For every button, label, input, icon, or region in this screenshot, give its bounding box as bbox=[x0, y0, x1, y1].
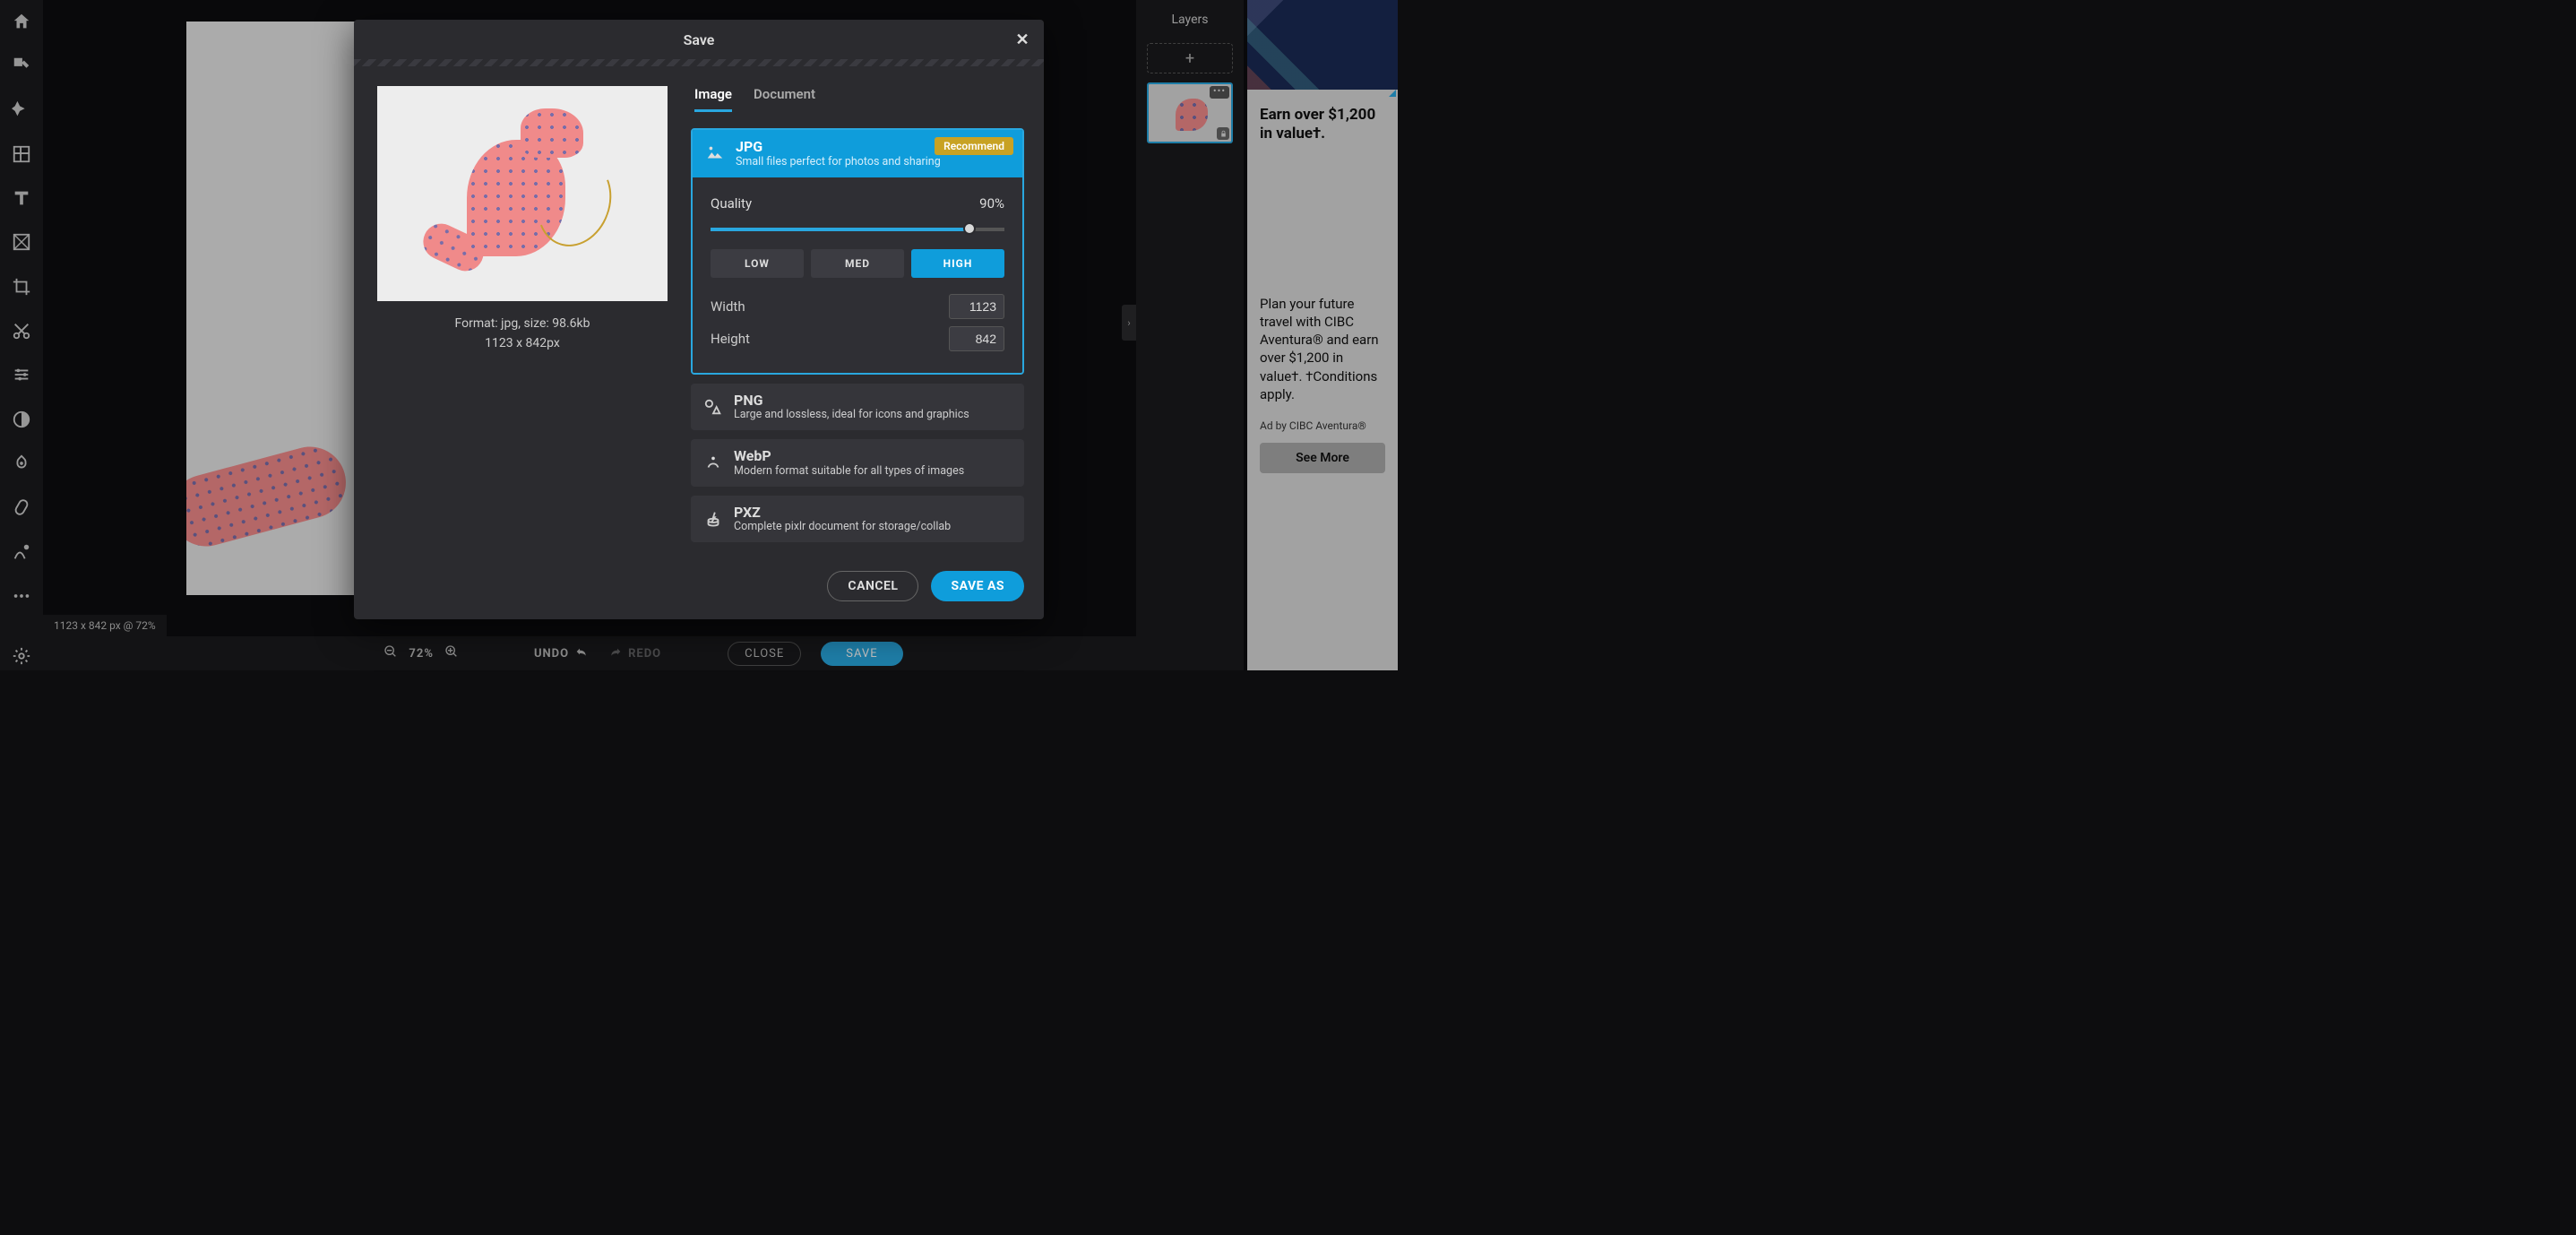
format-webp[interactable]: WebP Modern format suitable for all type… bbox=[691, 439, 1024, 487]
height-input[interactable] bbox=[949, 326, 1004, 351]
format-pxz[interactable]: PXZ Complete pixlr document for storage/… bbox=[691, 496, 1024, 543]
format-desc: Complete pixlr document for storage/coll… bbox=[734, 520, 951, 533]
width-input[interactable] bbox=[949, 294, 1004, 319]
document-icon bbox=[703, 509, 723, 529]
shapes-icon bbox=[703, 397, 723, 417]
format-title: PXZ bbox=[734, 505, 951, 521]
quality-slider[interactable] bbox=[711, 228, 1004, 231]
width-label: Width bbox=[711, 298, 745, 315]
preset-low[interactable]: LOW bbox=[711, 249, 804, 278]
format-desc: Large and lossless, ideal for icons and … bbox=[734, 408, 969, 421]
tab-image[interactable]: Image bbox=[694, 86, 732, 112]
format-png[interactable]: PNG Large and lossless, ideal for icons … bbox=[691, 384, 1024, 431]
preset-high[interactable]: HIGH bbox=[911, 249, 1004, 278]
height-label: Height bbox=[711, 331, 750, 347]
format-title: PNG bbox=[734, 393, 969, 409]
format-desc: Modern format suitable for all types of … bbox=[734, 464, 964, 478]
modal-header: Save ✕ bbox=[354, 20, 1044, 59]
web-icon bbox=[703, 453, 723, 472]
quality-label: Quality bbox=[711, 195, 752, 212]
save-as-button[interactable]: SAVE AS bbox=[931, 571, 1024, 601]
cancel-button[interactable]: CANCEL bbox=[827, 571, 918, 601]
tab-document[interactable]: Document bbox=[754, 86, 815, 112]
modal-backdrop: Save ✕ Format: jpg, size: 98.6kb 1123 x … bbox=[0, 0, 1398, 670]
save-modal: Save ✕ Format: jpg, size: 98.6kb 1123 x … bbox=[354, 20, 1044, 619]
format-title: JPG bbox=[736, 139, 941, 155]
modal-divider bbox=[354, 59, 1044, 66]
modal-title: Save bbox=[684, 31, 715, 48]
image-icon bbox=[705, 143, 725, 163]
preset-med[interactable]: MED bbox=[811, 249, 904, 278]
format-title: WebP bbox=[734, 448, 964, 464]
close-icon[interactable]: ✕ bbox=[1012, 29, 1033, 50]
preview-image bbox=[377, 86, 668, 301]
recommend-badge: Recommend bbox=[935, 137, 1013, 155]
format-jpg[interactable]: JPG Small files perfect for photos and s… bbox=[691, 128, 1024, 375]
preview-format-line: Format: jpg, size: 98.6kb bbox=[374, 314, 671, 333]
preview-dim-line: 1123 x 842px bbox=[374, 333, 671, 353]
format-desc: Small files perfect for photos and shari… bbox=[736, 155, 941, 168]
quality-value: 90% bbox=[979, 195, 1004, 212]
